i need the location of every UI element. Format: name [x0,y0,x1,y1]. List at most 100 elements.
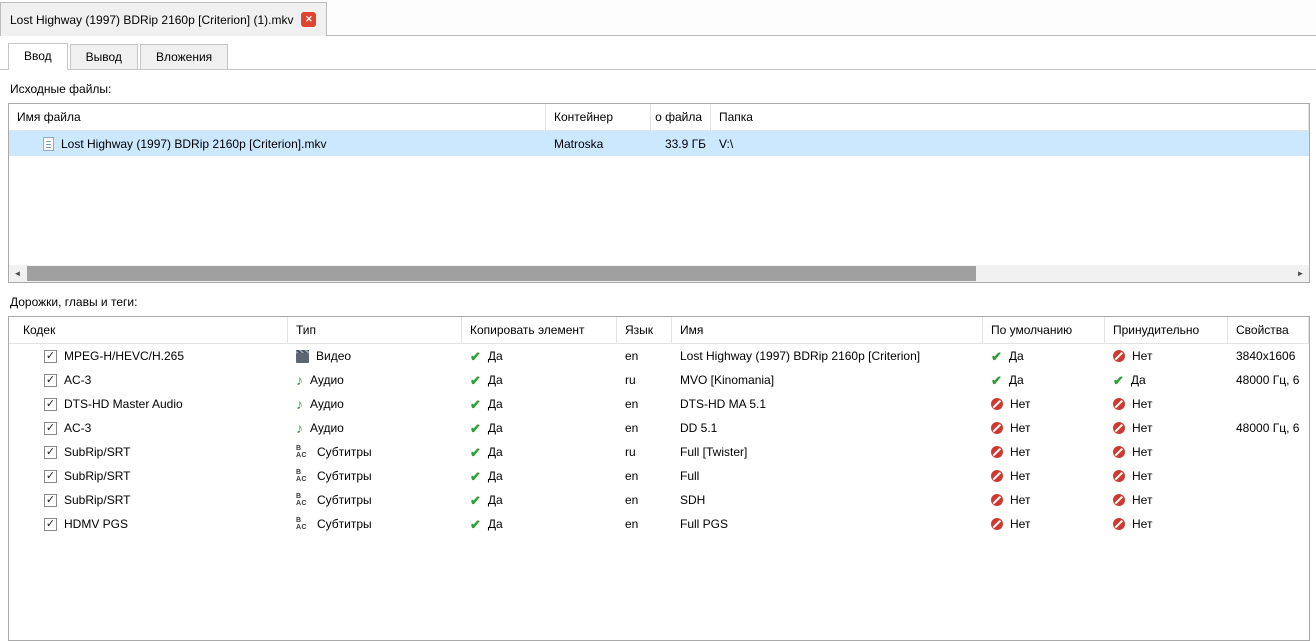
track-type: Субтитры [317,445,372,459]
document-tabbar: Lost Highway (1997) BDRip 2160p [Criteri… [0,0,1316,36]
subtitles-icon [296,446,310,459]
scrollbar-thumb[interactable] [27,266,976,281]
track-checkbox[interactable]: ✓ [44,422,57,435]
tab-output[interactable]: Вывод [70,44,138,69]
track-copy: Да [488,445,503,459]
document-tab-title: Lost Highway (1997) BDRip 2160p [Criteri… [10,13,293,27]
document-tab[interactable]: Lost Highway (1997) BDRip 2160p [Criteri… [0,2,327,36]
track-forced: Нет [1132,517,1152,531]
track-codec: SubRip/SRT [64,493,130,507]
track-name: Full PGS [672,512,983,536]
track-copy: Да [488,397,503,411]
track-checkbox[interactable]: ✓ [44,518,57,531]
source-files-table: Имя файла Контейнер о файла Папка Lost H… [8,103,1310,283]
track-row[interactable]: ✓ DTS-HD Master Audio ♪ Аудио ✔ Да en DT… [9,392,1309,416]
close-tab-icon[interactable]: ✕ [301,12,316,27]
track-properties: 48000 Гц, 6 [1228,416,1309,440]
default-status-icon [991,422,1003,434]
source-files-empty-area [9,156,1309,265]
column-header-copy-item[interactable]: Копировать элемент [462,317,617,343]
track-codec: DTS-HD Master Audio [64,397,183,411]
column-header-properties[interactable]: Свойства [1228,317,1309,343]
track-name: Full [Twister] [672,440,983,464]
column-header-file-name[interactable]: Имя файла [9,104,546,130]
track-row[interactable]: ✓ SubRip/SRT Субтитры ✔ Да ru Full [Twis… [9,440,1309,464]
default-status-icon [991,470,1003,482]
track-checkbox[interactable]: ✓ [44,350,57,363]
column-header-name[interactable]: Имя [672,317,983,343]
tracks-empty-area [9,536,1309,640]
track-language: en [617,512,672,536]
track-default: Нет [1010,421,1030,435]
column-header-type[interactable]: Тип [288,317,462,343]
track-type: Субтитры [317,469,372,483]
source-file-folder: V:\ [711,131,1309,156]
scroll-left-icon[interactable]: ◄ [9,265,26,282]
subtitles-icon [296,518,310,531]
track-properties [1228,440,1309,464]
column-header-forced[interactable]: Принудительно [1105,317,1228,343]
track-copy: Да [488,517,503,531]
tab-input[interactable]: Ввод [8,43,68,70]
scroll-right-icon[interactable]: ► [1292,265,1309,282]
track-codec: AC-3 [64,421,91,435]
track-row[interactable]: ✓ SubRip/SRT Субтитры ✔ Да en SDH Нет Не… [9,488,1309,512]
track-checkbox[interactable]: ✓ [44,494,57,507]
track-default: Да [1009,349,1024,363]
copy-status-icon: ✔ [470,446,481,459]
column-header-codec[interactable]: Кодек [9,317,288,343]
track-copy: Да [488,349,503,363]
track-checkbox[interactable]: ✓ [44,398,57,411]
track-type: Субтитры [317,493,372,507]
track-language: en [617,392,672,416]
copy-status-icon: ✔ [470,518,481,531]
copy-status-icon: ✔ [470,470,481,483]
track-default: Нет [1010,469,1030,483]
track-type: Аудио [310,397,344,411]
audio-icon: ♪ [296,397,303,411]
default-status-icon: ✔ [991,350,1002,363]
track-language: en [617,416,672,440]
track-codec: SubRip/SRT [64,445,130,459]
column-header-container[interactable]: Контейнер [546,104,651,130]
track-row[interactable]: ✓ AC-3 ♪ Аудио ✔ Да ru MVO [Kinomania] ✔… [9,368,1309,392]
track-type: Субтитры [317,517,372,531]
input-tab-page: Исходные файлы: Имя файла Контейнер о фа… [0,70,1316,641]
copy-status-icon: ✔ [470,398,481,411]
default-status-icon: ✔ [991,374,1002,387]
horizontal-scrollbar[interactable]: ◄ ► [9,265,1309,282]
track-forced: Да [1131,373,1146,387]
column-header-language[interactable]: Язык [617,317,672,343]
track-forced: Нет [1132,349,1152,363]
track-row[interactable]: ✓ HDMV PGS Субтитры ✔ Да en Full PGS Нет… [9,512,1309,536]
subtitles-icon [296,470,310,483]
track-forced: Нет [1132,493,1152,507]
track-codec: HDMV PGS [64,517,128,531]
track-type: Аудио [310,373,344,387]
tab-attachments[interactable]: Вложения [140,44,228,69]
track-row[interactable]: ✓ SubRip/SRT Субтитры ✔ Да en Full Нет Н… [9,464,1309,488]
copy-status-icon: ✔ [470,374,481,387]
track-name: MVO [Kinomania] [672,368,983,392]
track-copy: Да [488,493,503,507]
copy-status-icon: ✔ [470,494,481,507]
tracks-label: Дорожки, главы и теги: [10,295,1308,309]
track-codec: MPEG-H/HEVC/H.265 [64,349,184,363]
column-header-default[interactable]: По умолчанию [983,317,1105,343]
column-header-file-size[interactable]: о файла [651,104,711,130]
track-copy: Да [488,373,503,387]
column-header-folder[interactable]: Папка [711,104,1309,130]
track-checkbox[interactable]: ✓ [44,446,57,459]
track-default: Нет [1010,517,1030,531]
track-language: en [617,488,672,512]
track-properties [1228,488,1309,512]
track-properties [1228,512,1309,536]
track-row[interactable]: ✓ MPEG-H/HEVC/H.265 Видео ✔ Да en Lost H… [9,344,1309,368]
source-file-row[interactable]: Lost Highway (1997) BDRip 2160p [Criteri… [9,131,1309,156]
track-row[interactable]: ✓ AC-3 ♪ Аудио ✔ Да en DD 5.1 Нет Нет 48… [9,416,1309,440]
track-checkbox[interactable]: ✓ [44,470,57,483]
track-type: Аудио [310,421,344,435]
track-checkbox[interactable]: ✓ [44,374,57,387]
audio-icon: ♪ [296,421,303,435]
default-status-icon [991,398,1003,410]
